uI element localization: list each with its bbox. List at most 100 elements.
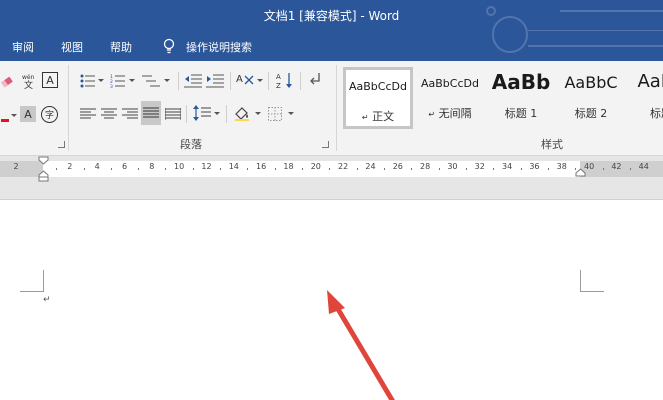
- horizontal-ruler[interactable]: 2 2 4 6 8 10 12 14 16 18 20 22 24 26 28 30 32 34 36 38 40 42 4…: [0, 161, 663, 177]
- phonetic-guide-icon[interactable]: wén 文: [19, 71, 39, 89]
- style-heading-2[interactable]: AaBbC 标题 2: [556, 67, 626, 129]
- ruler-tick-label: 2: [67, 162, 73, 171]
- ruler-tick-mark: [602, 168, 604, 170]
- tab-view[interactable]: 视图: [61, 39, 83, 55]
- eraser-icon[interactable]: [0, 72, 16, 90]
- align-right-icon[interactable]: [122, 105, 138, 123]
- show-marks-icon[interactable]: [308, 71, 322, 89]
- decorative-circle-icon: [492, 31, 528, 53]
- ruler-tick-label: 14: [228, 162, 239, 171]
- ruler-tick-mark: [247, 168, 249, 170]
- ruler-tick-mark: [220, 168, 222, 170]
- ruler-tick-label: 20: [310, 162, 321, 171]
- ruler-tick-mark: [56, 168, 58, 170]
- style-name: ↵ 无间隔: [415, 105, 485, 121]
- style-sample: AaBbCcDd: [421, 77, 479, 90]
- borders-icon[interactable]: [267, 105, 283, 123]
- line-spacing-icon[interactable]: [193, 104, 211, 122]
- ruler-tick-label: 42: [611, 162, 622, 171]
- svg-text:A: A: [236, 74, 243, 85]
- character-border-label: A: [46, 73, 54, 87]
- ruler-tick-mark: [630, 168, 632, 170]
- ruler-tick-mark: [438, 168, 440, 170]
- ruler-tick-mark: [138, 168, 140, 170]
- document-gap: [0, 182, 663, 200]
- ruler-tick-mark: [83, 168, 85, 170]
- button-divider: [300, 72, 301, 90]
- ruler-tick-label: 28: [420, 162, 431, 171]
- center-icon[interactable]: [101, 105, 117, 123]
- bullets-icon[interactable]: [80, 72, 96, 90]
- style-sample: AaBb: [491, 70, 551, 94]
- style-no-spacing[interactable]: AaBbCcDd ↵ 无间隔: [415, 67, 485, 129]
- ribbon-tab-row: 审阅 视图 帮助 操作说明搜索: [0, 31, 663, 61]
- chevron-down-icon[interactable]: [288, 112, 294, 115]
- ruler-tick-label: 10: [174, 162, 185, 171]
- chinese-layout-icon[interactable]: A: [236, 72, 254, 90]
- character-shading-icon[interactable]: A: [20, 106, 36, 122]
- button-divider: [268, 72, 269, 90]
- shading-icon[interactable]: [233, 104, 251, 122]
- svg-text:文: 文: [24, 79, 33, 89]
- style-name-label: 无间隔: [438, 107, 472, 120]
- increase-indent-icon[interactable]: [206, 72, 224, 90]
- style-name-label: 标题 1: [504, 107, 538, 120]
- ruler-bar: 2 2 4 6 8 10 12 14 16 18 20 22 24 26 28 30 32 34 36 38 40 42 4…: [0, 156, 663, 182]
- ruler-tick-label: 34: [502, 162, 513, 171]
- multilevel-list-icon[interactable]: [142, 72, 160, 90]
- button-divider: [178, 72, 179, 90]
- distributed-icon[interactable]: [165, 105, 181, 123]
- right-indent-marker-icon[interactable]: [575, 168, 586, 178]
- tab-help[interactable]: 帮助: [110, 39, 132, 55]
- chevron-down-icon[interactable]: [257, 79, 263, 82]
- highlight-icon[interactable]: [0, 106, 10, 124]
- ruler-tick-mark: [165, 168, 167, 170]
- ruler-tick-mark: [520, 168, 522, 170]
- tab-review[interactable]: 审阅: [12, 39, 34, 55]
- ruler-tick-mark: [329, 168, 331, 170]
- paragraph-mark-icon: ↵: [428, 110, 436, 119]
- group-divider: [336, 65, 337, 151]
- enclose-characters-icon[interactable]: 字: [41, 106, 58, 123]
- ruler-tick-label: 6: [121, 162, 128, 171]
- sort-icon[interactable]: AZ: [276, 71, 294, 89]
- justify-icon[interactable]: [141, 101, 161, 125]
- ruler-tick-label: 12: [201, 162, 212, 171]
- chevron-down-icon[interactable]: [255, 112, 261, 115]
- first-line-indent-marker-icon[interactable]: [38, 156, 49, 182]
- chevron-down-icon[interactable]: [214, 112, 220, 115]
- paragraph-dialog-launcher[interactable]: [322, 141, 329, 148]
- enclose-characters-label: 字: [44, 111, 54, 121]
- style-sample: AaBbCcDd: [349, 80, 407, 93]
- ruler-tick-mark: [493, 168, 495, 170]
- style-name-label: 正文: [372, 110, 395, 123]
- numbering-icon[interactable]: 123: [110, 72, 126, 90]
- ruler-tick-mark: [548, 168, 550, 170]
- style-normal[interactable]: AaBbCcDd ↵ 正文: [343, 67, 413, 129]
- chevron-down-icon[interactable]: [11, 114, 17, 117]
- ruler-tick-label: 26: [392, 162, 403, 171]
- style-heading-1[interactable]: AaBb 标题 1: [486, 67, 556, 129]
- style-sample: AaBb: [637, 71, 663, 92]
- tell-me-search[interactable]: 操作说明搜索: [186, 39, 252, 55]
- style-title[interactable]: AaBb 标题: [626, 67, 663, 129]
- chevron-down-icon[interactable]: [98, 79, 104, 82]
- ruler-tick-mark: [110, 168, 112, 170]
- document-page[interactable]: ↵: [0, 200, 663, 400]
- styles-gallery: AaBbCcDd ↵ 正文 AaBbCcDd ↵ 无间隔 AaBb 标题 1 A…: [343, 67, 663, 129]
- font-dialog-launcher[interactable]: [58, 141, 65, 148]
- chevron-down-icon[interactable]: [164, 79, 170, 82]
- decorative-line-icon: [560, 10, 663, 12]
- decrease-indent-icon[interactable]: [184, 72, 202, 90]
- align-left-icon[interactable]: [80, 105, 96, 123]
- ruler-tick-label: 32: [474, 162, 485, 171]
- character-border-icon[interactable]: A: [42, 72, 58, 88]
- group-divider: [68, 65, 69, 151]
- paragraph-group-label: 段落: [180, 138, 202, 151]
- button-divider: [230, 72, 231, 90]
- button-divider: [186, 105, 187, 123]
- svg-text:3: 3: [110, 84, 113, 88]
- lightbulb-icon[interactable]: [162, 38, 176, 54]
- svg-text:A: A: [276, 73, 281, 81]
- chevron-down-icon[interactable]: [129, 79, 135, 82]
